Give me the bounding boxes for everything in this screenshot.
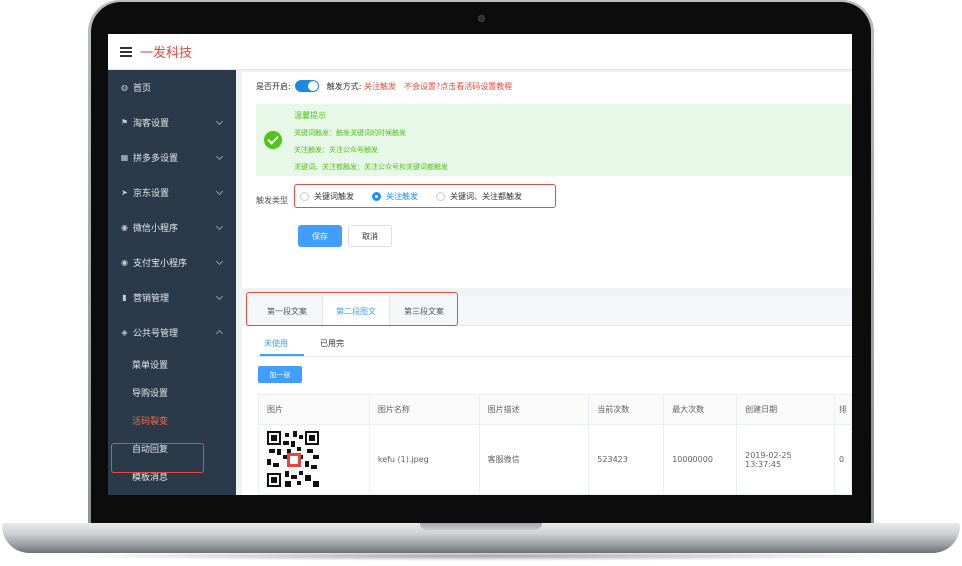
add-image-button[interactable]: 加一张: [258, 366, 302, 383]
content-panel: 第一段文案 第二段图文 第三段文案 未使用 已用完 加一张 图片 图片名称 图片…: [242, 292, 852, 495]
chevron-down-icon: [215, 222, 224, 231]
sidebar-item-label: 淘客设置: [133, 119, 170, 129]
sidebar-item-pinduoduo[interactable]: ▦ 拼多多设置: [108, 140, 236, 175]
tutorial-link[interactable]: 不会设置?点击看活码设置教程: [404, 81, 512, 92]
content-tabs: 第一段文案 第二段图文 第三段文案: [242, 292, 852, 326]
sidebar-item-taoke[interactable]: ⚑ 淘客设置: [108, 105, 236, 140]
main-content: 是否开启: 触发方式: 关注触发 不会设置?点击看活码设置教程 温馨提示 关键词…: [236, 70, 852, 495]
sidebar-item-label: 营销管理: [133, 294, 170, 304]
created-date-cell: 2019-02-25 13:37:45: [736, 424, 835, 495]
alipay-icon: ◉: [121, 258, 128, 267]
enable-toggle[interactable]: [294, 80, 319, 92]
sidebar-subitem-live-code[interactable]: 活码裂变: [108, 406, 236, 434]
chevron-down-icon: [215, 187, 224, 196]
laptop-notch: [420, 523, 542, 530]
mode-value: 关注触发: [363, 81, 396, 91]
radio-keyword-trigger[interactable]: 关键词触发: [300, 191, 354, 202]
tip-box: 温馨提示 关键词触发：触发关键词的时候触发 关注触发：关注公众号触发 关键词、关…: [256, 104, 852, 176]
chevron-up-icon: [215, 329, 224, 338]
order-cell: 0: [833, 424, 852, 495]
table-row: kefu (1).jpeg 客服微信 523423 10000000 2019-…: [258, 424, 852, 495]
active-tab-indicator: [260, 354, 304, 356]
enable-row: 是否开启: 触发方式: 关注触发 不会设置?点击看活码设置教程: [256, 80, 512, 92]
radio-checked-icon: [372, 191, 381, 201]
check-circle-icon: [264, 131, 282, 149]
dashboard-icon: ◍: [121, 83, 128, 92]
sidebar-item-jd[interactable]: ➤ 京东设置: [108, 175, 236, 210]
settings-panel: 是否开启: 触发方式: 关注触发 不会设置?点击看活码设置教程 温馨提示 关键词…: [242, 72, 852, 288]
image-table: 图片 图片名称 图片描述 当前次数 最大次数 创建日期 排 kefu (1).j…: [258, 394, 852, 495]
save-button[interactable]: 保存: [298, 225, 342, 247]
tao-icon: ⚑: [120, 118, 129, 127]
sidebar-item-label: 公共号管理: [133, 329, 179, 339]
column-header: 图片: [258, 394, 370, 425]
column-header: 排: [833, 394, 852, 425]
tab-used-up[interactable]: 已用完: [320, 338, 344, 349]
table-header-row: 图片 图片名称 图片描述 当前次数 最大次数 创建日期 排: [258, 394, 852, 425]
chevron-down-icon: [215, 292, 224, 301]
chevron-down-icon: [215, 117, 224, 126]
sidebar-item-marketing[interactable]: ▮ 营销管理: [108, 280, 236, 315]
cancel-button[interactable]: 取消: [348, 225, 392, 247]
radio-follow-trigger[interactable]: 关注触发: [372, 191, 418, 202]
chevron-down-icon: [215, 152, 224, 161]
column-header: 创建日期: [736, 394, 835, 425]
sidebar-item-wechat-miniapp[interactable]: ◉ 微信小程序: [108, 210, 236, 245]
trigger-type-radio-group: 关键词触发 关注触发 关键词、关注都触发: [294, 184, 556, 208]
sidebar-item-home[interactable]: ◍ 首页: [108, 70, 236, 105]
sidebar-item-label: 首页: [133, 84, 152, 94]
wechat-icon: ◉: [121, 223, 128, 232]
tip-line: 关注触发：关注公众号触发: [294, 146, 378, 154]
trigger-type-label: 触发类型: [256, 196, 288, 205]
send-icon: ➤: [121, 188, 128, 197]
chart-icon: ▮: [122, 293, 127, 302]
radio-circle-icon: [300, 191, 309, 201]
sidebar-item-official-account[interactable]: ◈ 公共号管理: [108, 315, 236, 350]
brand-name: 一发科技: [140, 46, 193, 61]
image-name-cell: kefu (1).jpeg: [368, 424, 480, 495]
sidebar-item-label: 支付宝小程序: [133, 259, 188, 269]
highlight-box: [246, 292, 458, 326]
camera-icon: [478, 15, 485, 22]
sidebar: ◍ 首页 ⚑ 淘客设置 ▦ 拼多多设置 ➤ 京东设置 ◉ 微信小程序 ◉ 支付宝…: [108, 70, 236, 495]
tab-unused[interactable]: 未使用: [264, 338, 288, 349]
current-count-cell: 523423: [588, 424, 665, 495]
qr-code-image: [267, 430, 319, 487]
divider: [256, 356, 852, 357]
column-header: 图片名称: [368, 394, 480, 425]
tip-line: 关键词、关注都触发：关注公众号和关键词都触发: [294, 163, 448, 171]
column-header: 当前次数: [588, 394, 665, 425]
max-count-cell: 10000000: [663, 424, 738, 495]
app-screen: 一发科技 ◍ 首页 ⚑ 淘客设置 ▦ 拼多多设置 ➤ 京东设置 ◉ 微信小程序 …: [108, 34, 852, 495]
grid-icon: ▦: [120, 153, 129, 162]
enable-label: 是否开启:: [256, 81, 291, 91]
radio-label: 关键词触发: [314, 191, 354, 201]
radio-both-trigger[interactable]: 关键词、关注都触发: [436, 191, 522, 202]
tip-line: 关键词触发：触发关键词的时候触发: [294, 129, 406, 137]
image-desc-cell: 客服微信: [478, 424, 590, 495]
users-icon: ◈: [121, 328, 128, 337]
column-header: 最大次数: [663, 394, 738, 425]
radio-label: 关键词、关注都触发: [450, 191, 522, 201]
top-bar: 一发科技: [108, 34, 852, 70]
sidebar-item-label: 拼多多设置: [133, 154, 179, 164]
sidebar-subitem-menu-settings[interactable]: 菜单设置: [108, 350, 236, 378]
hamburger-menu-icon[interactable]: [120, 46, 132, 57]
tip-title: 温馨提示: [294, 111, 326, 120]
radio-circle-icon: [436, 191, 445, 201]
image-cell: [258, 424, 370, 495]
chevron-down-icon: [215, 257, 224, 266]
mode-label: 触发方式:: [326, 81, 362, 91]
column-header: 图片描述: [478, 394, 590, 425]
sidebar-item-label: 微信小程序: [133, 224, 179, 234]
sidebar-item-alipay-miniapp[interactable]: ◉ 支付宝小程序: [108, 245, 236, 280]
highlight-box: [111, 443, 204, 473]
sidebar-item-label: 京东设置: [133, 189, 170, 199]
sidebar-subitem-shopping-guide[interactable]: 导购设置: [108, 378, 236, 406]
radio-label: 关注触发: [386, 191, 418, 201]
